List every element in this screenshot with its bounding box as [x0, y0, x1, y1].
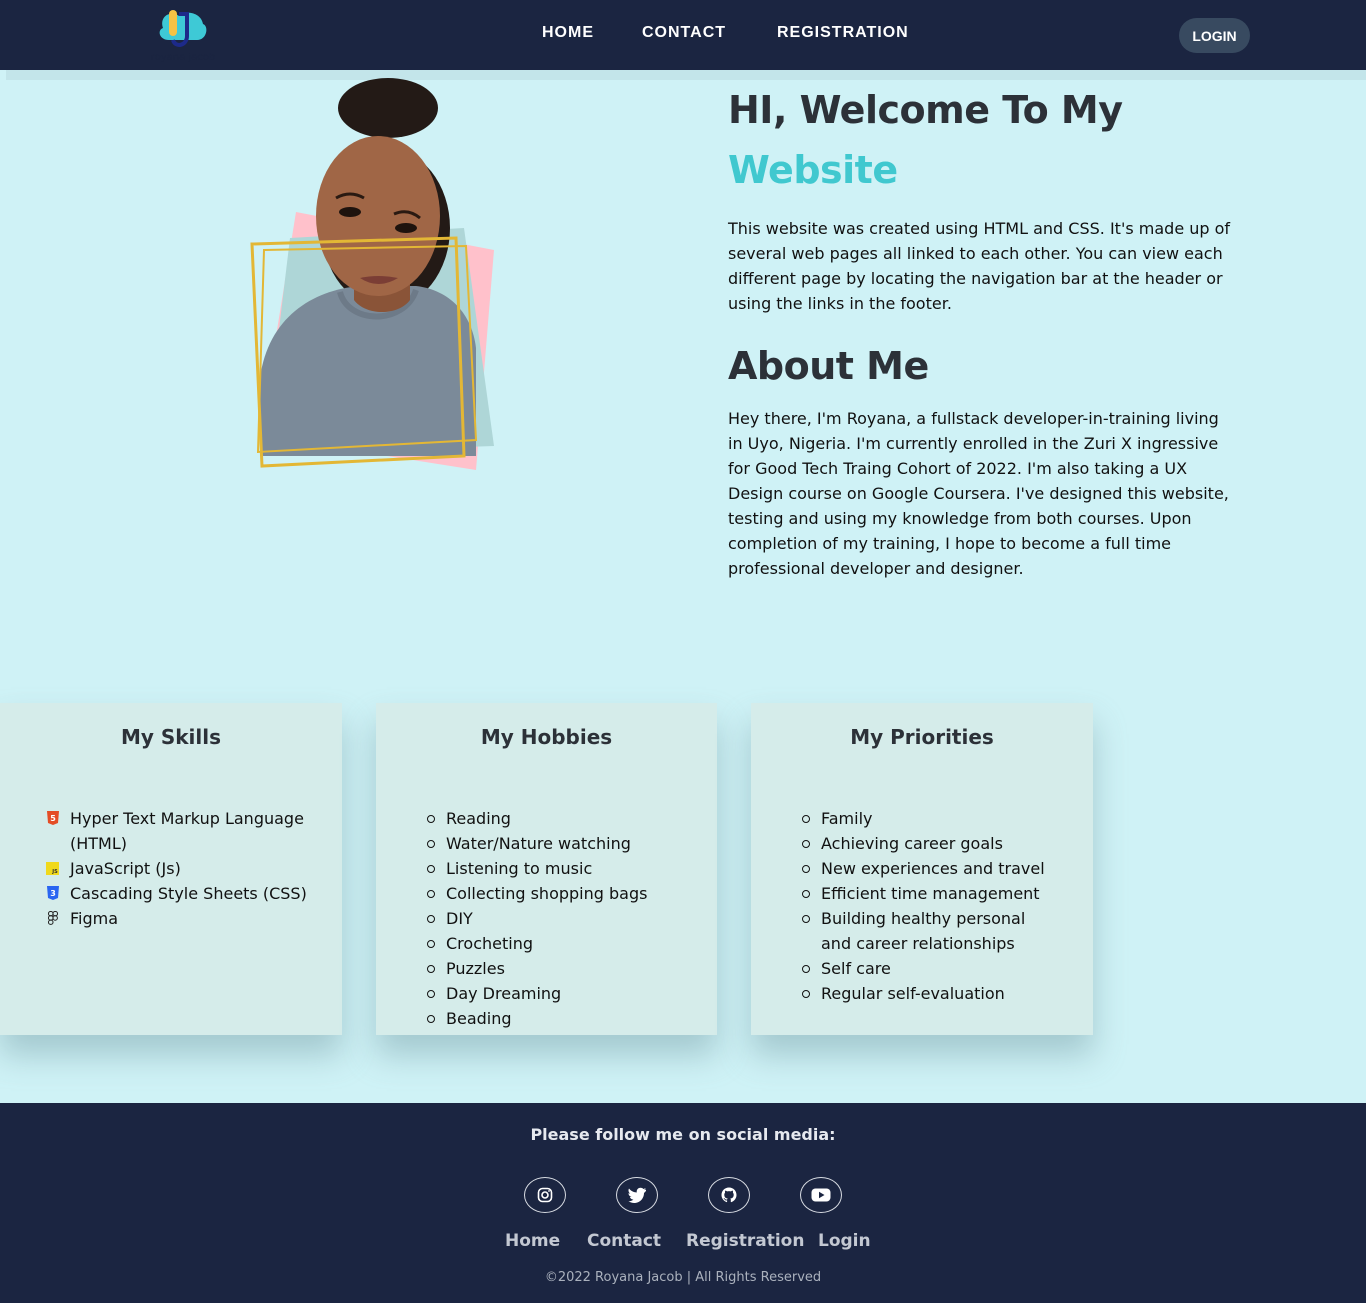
html5-icon: 5 [46, 811, 59, 825]
list-item: Day Dreaming [426, 981, 706, 1006]
list-item: Beading [426, 1006, 706, 1031]
list-item: Figma [46, 906, 316, 931]
intro-paragraph: This website was created using HTML and … [728, 219, 1231, 313]
priorities-title: My Priorities [850, 725, 994, 749]
logo-text: royana jacob [150, 52, 216, 63]
login-button[interactable]: LOGIN [1179, 18, 1250, 53]
about-paragraph: Hey there, I'm Royana, a fullstack devel… [728, 409, 1229, 578]
welcome-heading: HI, Welcome To My [728, 88, 1123, 132]
footer-link-login[interactable]: Login [818, 1231, 871, 1251]
list-item: Regular self-evaluation [801, 981, 1051, 1006]
list-item: Efficient time management [801, 881, 1051, 906]
nav-home[interactable]: HOME [542, 24, 594, 42]
svg-text:3: 3 [50, 889, 56, 898]
list-item: Building healthy personal and career rel… [801, 906, 1051, 956]
list-item: 3 Cascading Style Sheets (CSS) [46, 881, 316, 906]
svg-text:JS: JS [51, 869, 58, 875]
list-item: Reading [426, 806, 706, 831]
list-item: DIY [426, 906, 706, 931]
skills-card: My Skills 5 Hyper Text Markup Language (… [0, 703, 342, 1035]
list-item: Listening to music [426, 856, 706, 881]
skills-title: My Skills [120, 725, 222, 749]
svg-text:5: 5 [50, 814, 56, 823]
hobbies-title: My Hobbies [480, 725, 613, 749]
welcome-heading-accent: Website [728, 148, 898, 192]
hero-text: HI, Welcome To My Website This website w… [728, 80, 1238, 581]
nav-registration[interactable]: REGISTRATION [777, 24, 909, 42]
list-item: Achieving career goals [801, 831, 1051, 856]
main-nav: HOME CONTACT REGISTRATION [0, 24, 1366, 48]
hobbies-list: Reading Water/Nature watching Listening … [426, 806, 706, 1031]
list-item: 5 Hyper Text Markup Language (HTML) [46, 806, 316, 856]
priorities-list: Family Achieving career goals New experi… [801, 806, 1051, 1006]
copyright: ©2022 Royana Jacob | All Rights Reserved [544, 1270, 822, 1285]
site-header: royana jacob HOME CONTACT REGISTRATION L… [0, 0, 1366, 70]
header-shadow [6, 70, 1366, 80]
list-item: Collecting shopping bags [426, 881, 706, 906]
list-item: Family [801, 806, 1051, 831]
list-item: JS JavaScript (Js) [46, 856, 316, 881]
footer-link-home[interactable]: Home [505, 1231, 560, 1251]
nav-contact[interactable]: CONTACT [642, 24, 726, 42]
list-item: Crocheting [426, 931, 706, 956]
github-icon[interactable] [708, 1177, 750, 1213]
about-heading: About Me [728, 344, 929, 388]
list-item: New experiences and travel [801, 856, 1051, 881]
css3-icon: 3 [46, 886, 59, 900]
hobbies-card: My Hobbies Reading Water/Nature watching… [376, 703, 717, 1035]
youtube-icon[interactable] [800, 1177, 842, 1213]
twitter-icon[interactable] [616, 1177, 658, 1213]
footer-link-registration[interactable]: Registration [686, 1231, 804, 1251]
site-footer: Please follow me on social media: Home C… [0, 1103, 1366, 1303]
list-item: Puzzles [426, 956, 706, 981]
list-item: Water/Nature watching [426, 831, 706, 856]
javascript-icon: JS [46, 861, 59, 875]
follow-text: Please follow me on social media: [530, 1125, 836, 1144]
instagram-icon[interactable] [524, 1177, 566, 1213]
skills-list: 5 Hyper Text Markup Language (HTML) JS J… [46, 806, 316, 931]
list-item: Self care [801, 956, 1051, 981]
profile-photo [250, 78, 494, 470]
figma-icon [46, 911, 59, 925]
footer-link-contact[interactable]: Contact [587, 1231, 661, 1251]
priorities-card: My Priorities Family Achieving career go… [751, 703, 1093, 1035]
